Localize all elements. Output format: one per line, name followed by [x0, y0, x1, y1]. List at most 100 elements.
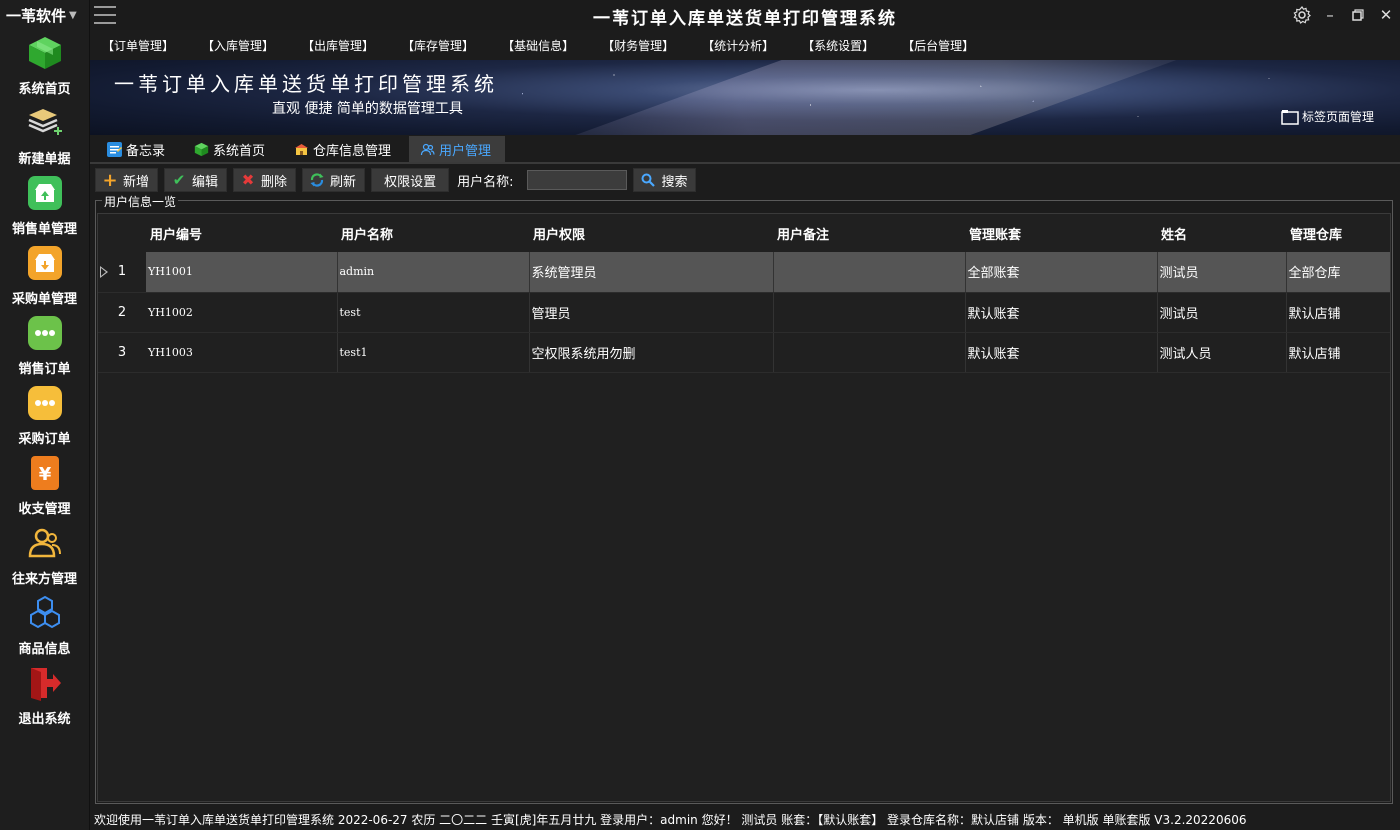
status-bar: 欢迎使用一苇订单入库单送货单打印管理系统 2022-06-27 农历 二〇二二 …: [94, 812, 1247, 827]
cell-user-role[interactable]: 管理员: [529, 292, 774, 333]
brand[interactable]: 一苇软件 ▼: [0, 0, 89, 30]
cell-user-role[interactable]: 空权限系统用勿删: [529, 332, 774, 373]
sidebar-item-sales-orders[interactable]: 销售订单: [0, 310, 89, 380]
table-row[interactable]: 3 YH1003 test1 空权限系统用勿删 默认账套 测试人员 默认店铺: [98, 332, 1390, 373]
cell-person-name[interactable]: 测试员: [1157, 252, 1287, 293]
row-indicator[interactable]: 3: [98, 332, 146, 373]
cell-user-code[interactable]: YH1003: [146, 332, 338, 373]
column-header[interactable]: 用户备注: [773, 214, 965, 252]
tab-warehouse[interactable]: 仓库信息管理: [283, 136, 405, 162]
tab-manager-button[interactable]: 标签页面管理: [1281, 108, 1374, 125]
sidebar-item-sales-docs[interactable]: 销售单管理: [0, 170, 89, 240]
svg-text:¥: ¥: [38, 464, 51, 485]
tab-label: 用户管理: [439, 143, 492, 159]
cell-warehouse[interactable]: 默认店铺: [1286, 292, 1390, 333]
cell-user-role[interactable]: 系统管理员: [529, 252, 774, 293]
app-title: 一苇订单入库单送货单打印管理系统: [593, 9, 897, 29]
maximize-icon[interactable]: [1344, 4, 1372, 26]
row-indicator-header: [98, 214, 146, 252]
sidebar-item-label: 采购单管理: [11, 292, 77, 307]
search-label: 搜索: [661, 174, 688, 190]
cell-account-set[interactable]: 默认账套: [965, 332, 1158, 373]
cell-warehouse[interactable]: 全部仓库: [1286, 252, 1390, 293]
cell-user-note[interactable]: [773, 292, 966, 333]
tab-home[interactable]: 系统首页: [183, 136, 279, 162]
sidebar-item-partners[interactable]: 往来方管理: [0, 520, 89, 590]
table-row[interactable]: 2 YH1002 test 管理员 默认账套 测试员 默认店铺: [98, 292, 1390, 333]
memo-icon: [106, 141, 122, 157]
cell-account-set[interactable]: 默认账套: [965, 292, 1158, 333]
refresh-icon: [309, 172, 325, 188]
cubes-icon: [26, 594, 64, 632]
close-icon[interactable]: ✕: [1372, 4, 1400, 26]
menu-inbound[interactable]: 【入库管理】: [202, 37, 274, 54]
cell-person-name[interactable]: 测试员: [1157, 292, 1287, 333]
check-icon: ✔: [172, 171, 186, 189]
cell-warehouse[interactable]: 默认店铺: [1286, 332, 1390, 373]
green-cube-icon: [193, 141, 209, 157]
minimize-icon[interactable]: –: [1316, 4, 1344, 26]
sidebar-item-label: 往来方管理: [11, 572, 77, 587]
row-indicator[interactable]: 1: [98, 252, 146, 293]
column-header[interactable]: 姓名: [1157, 214, 1286, 252]
column-header[interactable]: 用户权限: [529, 214, 773, 252]
menu-outbound[interactable]: 【出库管理】: [302, 37, 374, 54]
table-header-row: 用户编号 用户名称 用户权限 用户备注 管理账套 姓名 管理仓库: [98, 214, 1390, 252]
cell-account-set[interactable]: 全部账套: [965, 252, 1158, 293]
tab-window-icon: [1281, 109, 1299, 125]
warehouse-icon: [293, 141, 309, 157]
cell-user-name[interactable]: test1: [337, 332, 530, 373]
delete-button[interactable]: ✖ 删除: [233, 168, 297, 192]
refresh-button[interactable]: 刷新: [302, 168, 366, 192]
column-header[interactable]: 用户编号: [146, 214, 337, 252]
table-row[interactable]: 1 YH1001 admin 系统管理员 全部账套 测试员 全部仓库: [98, 252, 1390, 293]
tab-memo[interactable]: 备忘录: [96, 136, 179, 162]
gear-icon[interactable]: [1288, 4, 1316, 26]
sidebar-item-new-document[interactable]: 新建单据: [0, 100, 89, 170]
username-search-input[interactable]: [527, 170, 628, 190]
left-sidebar: 一苇软件 ▼ 系统首页 新建单据 销售单管理 采购单管理 销售订单 采购订单 ¥…: [0, 0, 90, 830]
sidebar-item-label: 退出系统: [18, 712, 71, 727]
chevron-down-icon[interactable]: ▼: [69, 10, 77, 21]
permissions-button[interactable]: 权限设置: [371, 168, 450, 192]
menu-statistics[interactable]: 【统计分析】: [702, 37, 774, 54]
plus-icon: +: [102, 169, 118, 191]
sidebar-item-home[interactable]: 系统首页: [0, 30, 89, 100]
row-indicator[interactable]: 2: [98, 292, 146, 333]
cell-user-code[interactable]: YH1001: [146, 252, 338, 293]
users-icon: [419, 141, 435, 157]
menu-finance[interactable]: 【财务管理】: [602, 37, 674, 54]
cell-user-name[interactable]: test: [337, 292, 530, 333]
brand-name: 一苇软件: [6, 6, 67, 25]
sidebar-item-products[interactable]: 商品信息: [0, 590, 89, 660]
cell-user-code[interactable]: YH1002: [146, 292, 338, 333]
row-number: 2: [117, 304, 127, 320]
sidebar-item-finance[interactable]: ¥ 收支管理: [0, 450, 89, 520]
menu-admin[interactable]: 【后台管理】: [902, 37, 974, 54]
username-label: 用户名称:: [457, 174, 514, 190]
download-box-icon: [26, 244, 64, 282]
search-icon: [640, 172, 656, 188]
cell-user-name[interactable]: admin: [337, 252, 530, 293]
refresh-label: 刷新: [330, 174, 357, 190]
column-header[interactable]: 用户名称: [337, 214, 529, 252]
cell-person-name[interactable]: 测试人员: [1157, 332, 1287, 373]
menu-inventory[interactable]: 【库存管理】: [402, 37, 474, 54]
cell-user-note[interactable]: [773, 252, 966, 293]
menu-basic-info[interactable]: 【基础信息】: [502, 37, 574, 54]
add-button[interactable]: + 新增: [95, 168, 159, 192]
edit-button[interactable]: ✔ 编辑: [164, 168, 228, 192]
toolbar: + 新增 ✔ 编辑 ✖ 删除 刷新 权限设置 用户名称: 搜索: [90, 167, 1400, 193]
sidebar-item-exit[interactable]: 退出系统: [0, 660, 89, 730]
delete-label: 删除: [261, 174, 288, 190]
yellow-dots-icon: [26, 384, 64, 422]
menu-orders[interactable]: 【订单管理】: [102, 37, 174, 54]
search-button[interactable]: 搜索: [633, 168, 697, 192]
tab-user-management[interactable]: 用户管理: [409, 136, 506, 162]
column-header[interactable]: 管理仓库: [1286, 214, 1390, 252]
column-header[interactable]: 管理账套: [965, 214, 1157, 252]
sidebar-item-purchase-orders[interactable]: 采购订单: [0, 380, 89, 450]
sidebar-item-purchase-docs[interactable]: 采购单管理: [0, 240, 89, 310]
menu-settings[interactable]: 【系统设置】: [802, 37, 874, 54]
cell-user-note[interactable]: [773, 332, 966, 373]
